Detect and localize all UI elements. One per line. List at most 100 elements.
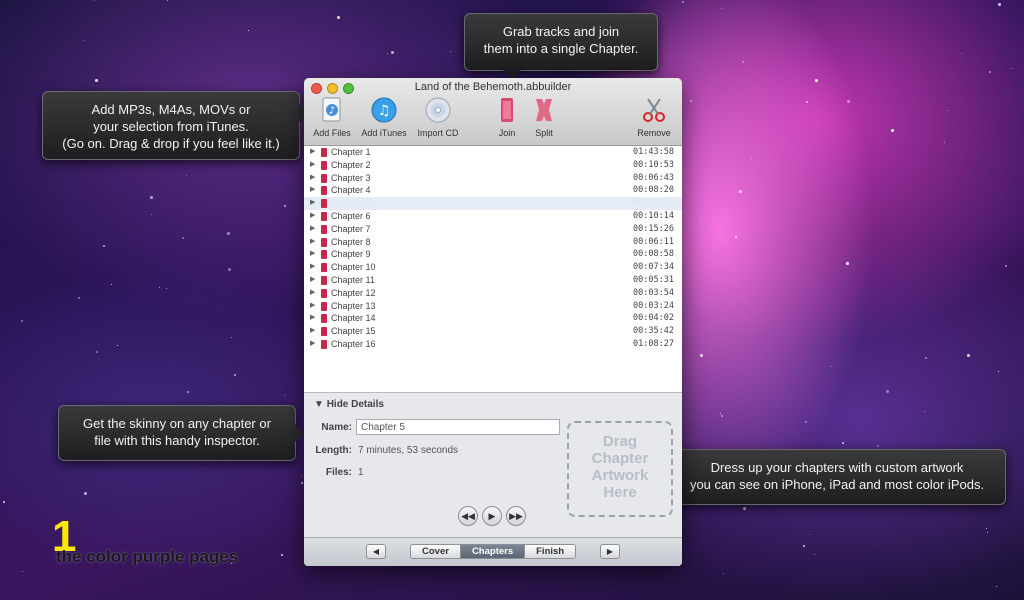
files-label: Files: — [325, 467, 352, 478]
star — [387, 53, 388, 54]
star — [281, 554, 283, 556]
fast-forward-icon: ▶▶ — [509, 511, 523, 521]
chapter-row[interactable]: ▶ Chapter 8 00:06:11 — [304, 236, 682, 249]
star — [227, 232, 230, 235]
chapter-row[interactable]: ▶ Chapter 7 00:15:26 — [304, 223, 682, 236]
chapter-duration: 00:06:43 — [633, 172, 674, 183]
import-cd-button[interactable]: Import CD — [412, 96, 464, 138]
chapter-duration: 00:15:26 — [633, 223, 674, 234]
star — [967, 354, 970, 357]
disclosure-triangle-icon[interactable]: ▶ — [310, 172, 315, 185]
disclosure-triangle-icon[interactable]: ▶ — [310, 248, 315, 261]
chapter-name: Chapter 9 — [331, 249, 371, 260]
disclosure-triangle-icon[interactable]: ▶ — [310, 197, 315, 210]
disclosure-triangle-icon[interactable]: ▶ — [310, 146, 315, 159]
bookmark-icon — [321, 199, 327, 209]
split-button[interactable]: Split — [518, 96, 570, 138]
bookmark-icon — [321, 211, 327, 221]
svg-text:♪: ♪ — [329, 106, 335, 117]
disclosure-triangle-icon[interactable]: ▶ — [310, 312, 315, 325]
tab-chapters[interactable]: Chapters — [460, 545, 526, 558]
chapter-name-input[interactable] — [356, 419, 560, 435]
hide-details-toggle[interactable]: ▼ Hide Details — [314, 399, 384, 410]
chapter-row[interactable]: ▶ Chapter 6 00:10:14 — [304, 210, 682, 223]
disclosure-triangle-icon[interactable]: ▶ — [310, 287, 315, 300]
bookmark-icon — [321, 250, 327, 260]
step-tabs: Cover Chapters Finish — [410, 544, 577, 559]
chapter-duration: 00:35:42 — [633, 326, 674, 337]
chapter-name: Chapter 11 — [331, 274, 375, 285]
chapter-list: ▶ Chapter 1 01:43:58 ▶ Chapter 2 00:10:53 ▶ Cha… — [304, 146, 682, 392]
tab-cover[interactable]: Cover — [411, 545, 461, 558]
remove-button[interactable]: Remove — [628, 96, 680, 138]
chapter-row[interactable]: ▶ Chapter 11 00:05:31 — [304, 274, 682, 287]
disclosure-triangle-icon[interactable]: ▶ — [310, 325, 315, 338]
files-value: 1 — [358, 467, 364, 478]
chapter-duration: 01:08:27 — [633, 338, 674, 349]
star — [84, 40, 85, 41]
star — [998, 371, 999, 372]
chapter-row[interactable]: ▶ Chapter 9 00:08:58 — [304, 248, 682, 261]
chapter-row[interactable]: ▶ Chapter 14 00:04:02 — [304, 312, 682, 325]
disclosure-triangle-icon[interactable]: ▶ — [310, 338, 315, 351]
star — [1005, 265, 1007, 267]
star — [22, 571, 23, 572]
disclosure-triangle-icon[interactable]: ▶ — [310, 184, 315, 197]
chapter-duration: 00:10:53 — [633, 159, 674, 170]
star — [944, 142, 945, 143]
star — [166, 288, 167, 289]
chapter-row[interactable]: ▶ Chapter 15 00:35:42 — [304, 325, 682, 338]
star — [947, 110, 948, 111]
star — [809, 534, 810, 535]
join-label: Join — [498, 128, 516, 138]
play-icon: ▶ — [488, 511, 496, 521]
star — [996, 586, 997, 587]
artwork-line: Artwork — [591, 467, 649, 484]
fast-forward-button[interactable]: ▶▶ — [506, 506, 526, 526]
chapter-artwork-dropzone[interactable]: Drag Chapter Artwork Here — [567, 421, 673, 517]
import-cd-label: Import CD — [417, 128, 459, 138]
rewind-button[interactable]: ◀◀ — [458, 506, 478, 526]
bookmark-icon — [321, 314, 327, 324]
bookmark-icon — [321, 301, 327, 311]
chapter-row[interactable]: ▶ Chapter 4 00:08:20 — [304, 184, 682, 197]
toolbar: ♪ Add Files ♫ Add iTunes Import CD Join … — [304, 96, 682, 144]
chapter-row[interactable]: ▶ Chapter 1 01:43:58 — [304, 146, 682, 159]
disclosure-triangle-icon[interactable]: ▶ — [310, 236, 315, 249]
tab-finish[interactable]: Finish — [525, 545, 576, 558]
chapter-row[interactable]: ▶ Chapter 5 00:07:53 — [304, 197, 682, 210]
disclosure-triangle-icon: ▼ — [314, 399, 327, 410]
chapter-row[interactable]: ▶ Chapter 13 00:03:24 — [304, 300, 682, 313]
star — [182, 237, 184, 239]
next-step-button[interactable]: ▶ — [600, 544, 620, 559]
callout-arrow — [295, 424, 304, 442]
chapter-row[interactable]: ▶ Chapter 2 00:10:53 — [304, 159, 682, 172]
star — [103, 245, 105, 247]
chapter-row[interactable]: ▶ Chapter 3 00:06:43 — [304, 172, 682, 185]
disclosure-triangle-icon[interactable]: ▶ — [310, 300, 315, 313]
chapter-duration: 00:05:31 — [633, 274, 674, 285]
play-button[interactable]: ▶ — [482, 506, 502, 526]
star — [814, 554, 815, 555]
chapter-row[interactable]: ▶ Chapter 10 00:07:34 — [304, 261, 682, 274]
chapter-row[interactable]: ▶ Chapter 12 00:03:54 — [304, 287, 682, 300]
star — [337, 16, 340, 19]
star — [720, 413, 721, 414]
disclosure-triangle-icon[interactable]: ▶ — [310, 261, 315, 274]
chapter-name: Chapter 8 — [331, 236, 371, 247]
add-itunes-button[interactable]: ♫ Add iTunes — [358, 96, 410, 138]
star — [846, 262, 849, 265]
details-inspector: ▼ Hide Details Name: Length: 7 minutes, … — [304, 392, 682, 537]
disclosure-triangle-icon[interactable]: ▶ — [310, 159, 315, 172]
star — [150, 196, 153, 199]
star — [987, 532, 988, 533]
star — [700, 354, 703, 357]
disclosure-triangle-icon[interactable]: ▶ — [310, 274, 315, 287]
previous-step-button[interactable]: ◀ — [366, 544, 386, 559]
disclosure-triangle-icon[interactable]: ▶ — [310, 210, 315, 223]
chapter-row[interactable]: ▶ Chapter 16 01:08:27 — [304, 338, 682, 351]
add-files-button[interactable]: ♪ Add Files — [306, 96, 358, 138]
hide-details-label: Hide Details — [326, 399, 384, 410]
disclosure-triangle-icon[interactable]: ▶ — [310, 223, 315, 236]
star — [284, 205, 286, 207]
